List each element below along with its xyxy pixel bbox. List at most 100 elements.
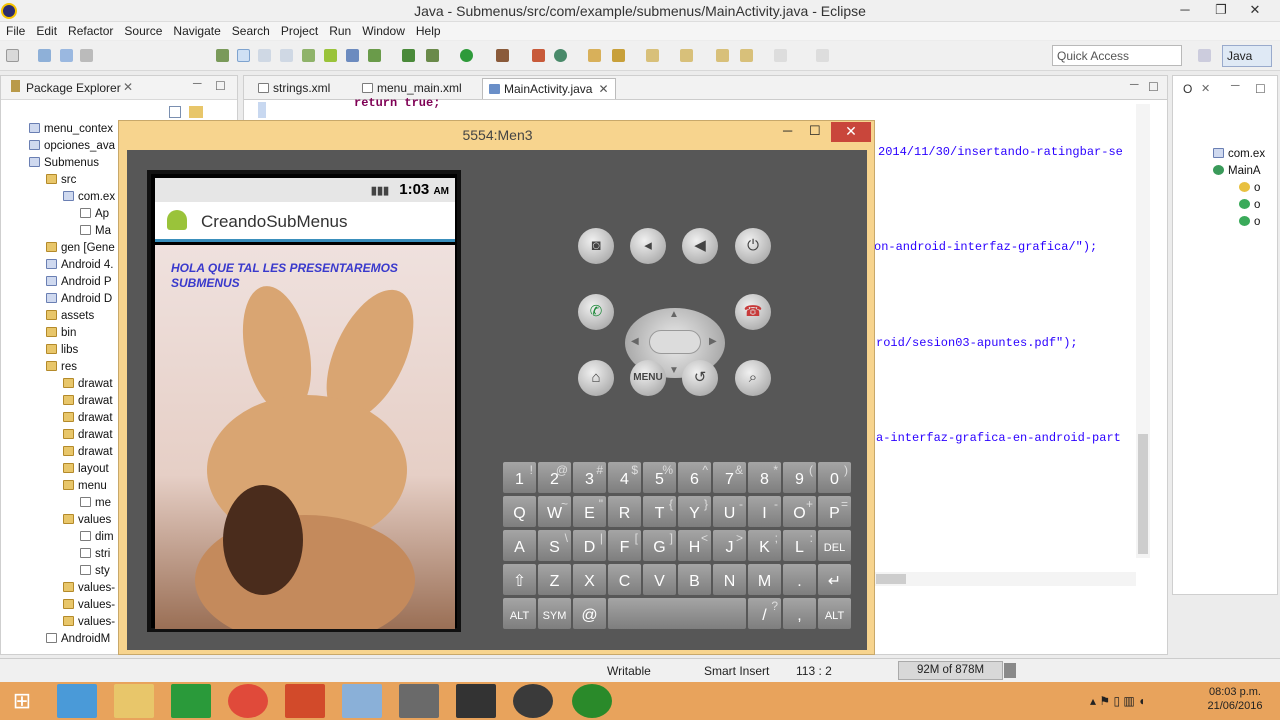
keyboard-key[interactable]: ALT bbox=[503, 598, 536, 629]
power-button[interactable]: ⏻ bbox=[735, 228, 771, 264]
tree-item[interactable]: src bbox=[46, 174, 76, 186]
emulator-maximize-button[interactable]: ☐ bbox=[809, 123, 821, 139]
chrome-icon[interactable] bbox=[228, 684, 268, 718]
maximize-button[interactable]: ❐ bbox=[1206, 0, 1236, 20]
file-explorer-icon[interactable] bbox=[114, 684, 154, 718]
dpad-center-button[interactable] bbox=[649, 330, 701, 354]
close-tab-icon[interactable]: ✕ bbox=[123, 80, 133, 94]
keyboard-key[interactable]: B bbox=[678, 564, 711, 595]
close-tab-icon[interactable]: ✕ bbox=[598, 82, 608, 96]
system-clock[interactable]: 08:03 p.m. 21/06/2016 bbox=[1200, 685, 1270, 713]
minimize-view-icon[interactable]: ─ bbox=[1231, 78, 1240, 92]
new-class-icon[interactable] bbox=[532, 49, 545, 62]
volume-down-button[interactable]: ◂ bbox=[630, 228, 666, 264]
menu-refactor[interactable]: Refactor bbox=[62, 22, 118, 38]
tree-item[interactable]: Submenus bbox=[29, 157, 99, 169]
app-icon[interactable] bbox=[399, 684, 439, 718]
tree-item[interactable]: values bbox=[63, 514, 111, 526]
save-all-icon[interactable] bbox=[60, 49, 73, 62]
tree-item[interactable]: Android 4. bbox=[46, 259, 113, 271]
emulator-minimize-button[interactable]: ─ bbox=[783, 123, 792, 138]
minimize-button[interactable]: ─ bbox=[1170, 0, 1200, 20]
java-perspective-button[interactable]: Java bbox=[1222, 45, 1272, 67]
tab-strings-xml[interactable]: strings.xml bbox=[252, 78, 336, 99]
paint-icon[interactable] bbox=[342, 684, 382, 718]
keyboard-key[interactable]: V bbox=[643, 564, 676, 595]
prev-annotation-icon[interactable] bbox=[680, 49, 693, 62]
keyboard-key[interactable]: SYM bbox=[538, 598, 571, 629]
tree-item[interactable]: values- bbox=[63, 582, 115, 594]
emulator-close-button[interactable]: ✕ bbox=[831, 122, 871, 142]
new-package-icon[interactable] bbox=[554, 49, 567, 62]
powerpoint-icon[interactable] bbox=[285, 684, 325, 718]
tree-item[interactable]: drawat bbox=[63, 446, 113, 458]
tree-item[interactable]: values- bbox=[63, 599, 115, 611]
last-edit-icon[interactable] bbox=[716, 49, 729, 62]
tree-item[interactable]: dim bbox=[80, 531, 114, 543]
run-icon[interactable] bbox=[460, 49, 473, 62]
tree-item[interactable]: libs bbox=[46, 344, 78, 356]
store-icon[interactable] bbox=[171, 684, 211, 718]
trash-icon[interactable] bbox=[1004, 663, 1016, 678]
keyboard-key[interactable]: P = bbox=[818, 496, 851, 527]
tree-item[interactable]: drawat bbox=[63, 429, 113, 441]
collapse-all-icon[interactable] bbox=[169, 106, 181, 118]
tree-item[interactable]: drawat bbox=[63, 395, 113, 407]
menu-file[interactable]: File bbox=[0, 22, 30, 38]
keyboard-key[interactable]: ⇧ bbox=[503, 564, 536, 595]
h-scroll-thumb[interactable] bbox=[876, 574, 906, 584]
outline-item[interactable]: com.ex bbox=[1213, 148, 1265, 160]
keyboard-key[interactable]: Q bbox=[503, 496, 536, 527]
minimize-view-icon[interactable]: ─ bbox=[193, 76, 202, 90]
call-button[interactable]: ✆ bbox=[578, 294, 614, 330]
menu-source[interactable]: Source bbox=[118, 22, 167, 38]
keyboard-key[interactable]: 4 $ bbox=[608, 462, 641, 493]
bug-icon[interactable] bbox=[426, 49, 439, 62]
outline-icon[interactable]: O bbox=[1183, 82, 1192, 96]
show-whitespace-icon[interactable] bbox=[280, 49, 293, 62]
dpad-right-icon[interactable]: ▶ bbox=[709, 336, 717, 347]
toggle-mark-icon[interactable] bbox=[237, 49, 250, 62]
outline-item[interactable]: o bbox=[1239, 216, 1260, 228]
tree-item[interactable]: Ma bbox=[80, 225, 111, 237]
scroll-thumb[interactable] bbox=[1138, 434, 1148, 554]
avd-manager-icon[interactable] bbox=[324, 49, 337, 62]
tree-item[interactable]: drawat bbox=[63, 378, 113, 390]
quick-access-input[interactable]: Quick Access bbox=[1052, 45, 1182, 66]
tree-item[interactable]: sty bbox=[80, 565, 110, 577]
tree-item[interactable]: assets bbox=[46, 310, 94, 322]
minimize-editor-icon[interactable]: ─ bbox=[1130, 77, 1139, 91]
lint-icon[interactable] bbox=[346, 49, 359, 62]
tree-item[interactable]: Android D bbox=[46, 293, 112, 305]
keyboard-key[interactable]: D | bbox=[573, 530, 606, 561]
keyboard-key[interactable]: G] bbox=[643, 530, 676, 561]
volume-up-button[interactable]: ◀ bbox=[682, 228, 718, 264]
keyboard-key[interactable]: X bbox=[573, 564, 606, 595]
check-icon[interactable] bbox=[368, 49, 381, 62]
maximize-editor-icon[interactable]: ☐ bbox=[1148, 80, 1159, 94]
tree-item[interactable]: Android P bbox=[46, 276, 112, 288]
keyboard-key[interactable]: ↵ bbox=[818, 564, 851, 595]
menu-run[interactable]: Run bbox=[323, 22, 356, 38]
tree-item[interactable]: AndroidM bbox=[46, 633, 110, 645]
menu-search[interactable]: Search bbox=[226, 22, 275, 38]
link-editor-icon[interactable] bbox=[189, 106, 203, 118]
home-button[interactable]: ⌂ bbox=[578, 360, 614, 396]
save-icon[interactable] bbox=[38, 49, 51, 62]
maximize-view-icon[interactable]: ☐ bbox=[215, 79, 226, 93]
menu-window[interactable]: Window bbox=[356, 22, 410, 38]
tree-item[interactable]: bin bbox=[46, 327, 76, 339]
search-icon[interactable] bbox=[612, 49, 625, 62]
android-sdk-icon[interactable] bbox=[302, 49, 315, 62]
menu-project[interactable]: Project bbox=[275, 22, 323, 38]
new-icon[interactable] bbox=[6, 49, 19, 62]
keyboard-key[interactable]: C bbox=[608, 564, 641, 595]
keyboard-key[interactable]: F[ bbox=[608, 530, 641, 561]
outline-item[interactable]: MainA bbox=[1213, 165, 1261, 177]
external-tools-icon[interactable] bbox=[496, 49, 509, 62]
toggle-block-icon[interactable] bbox=[258, 49, 271, 62]
open-type-icon[interactable] bbox=[588, 49, 601, 62]
menu-button[interactable]: MENU bbox=[630, 360, 666, 396]
tab-mainactivity-java[interactable]: MainActivity.java ✕ bbox=[482, 78, 616, 99]
debug-icon[interactable] bbox=[402, 49, 415, 62]
